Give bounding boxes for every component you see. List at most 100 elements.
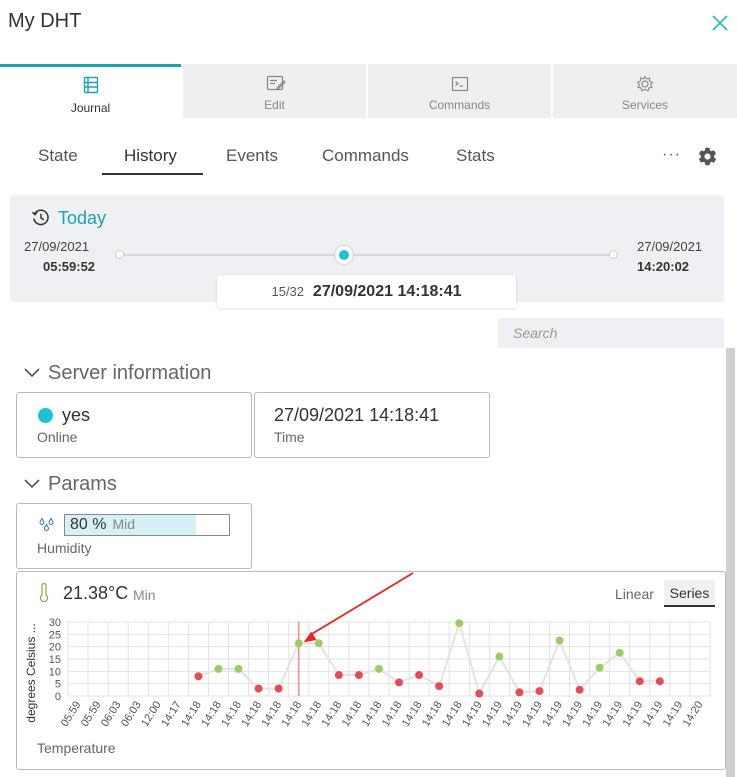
temperature-label: Temperature [37, 740, 116, 756]
subtab-active-underline [102, 173, 203, 175]
humidity-level: Mid [112, 516, 136, 532]
current-record-datetime: 27/09/2021 14:18:41 [312, 283, 462, 300]
data-point [314, 639, 323, 648]
x-tick-label: 14:19 [661, 699, 686, 729]
subtab-stats[interactable]: Stats [456, 146, 495, 166]
tab-commands-top[interactable]: Commands [368, 64, 551, 118]
tab-journal[interactable]: Journal [0, 64, 181, 118]
x-tick-label: 14:18 [320, 699, 345, 729]
current-record-index: 15/32 [271, 284, 305, 299]
data-point [475, 689, 484, 698]
tab-services-label: Services [621, 98, 668, 112]
data-point [535, 687, 544, 696]
data-point [575, 685, 584, 694]
settings-gear-icon[interactable] [697, 146, 718, 167]
y-tick-label: 10 [49, 666, 61, 678]
time-value: 27/09/2021 14:18:41 [274, 405, 440, 425]
x-tick-label: 14:19 [621, 699, 646, 729]
y-tick-label: 15 [49, 654, 61, 666]
x-tick-label: 14:18 [219, 699, 244, 729]
x-tick-label: 14:18 [300, 699, 325, 729]
x-tick-label: 14:18 [340, 699, 365, 729]
section-params-title[interactable]: Params [48, 473, 117, 496]
terminal-icon [451, 76, 468, 92]
y-tick-label: 25 [49, 629, 61, 641]
x-tick-label: 14:19 [480, 699, 505, 729]
tab-commands-top-label: Commands [428, 98, 491, 112]
water-drops-icon [39, 517, 54, 531]
data-point [194, 672, 203, 681]
timeline-track[interactable] [119, 254, 614, 256]
current-record-box: 15/32 27/09/2021 14:18:41 [217, 275, 516, 308]
y-tick-label: 30 [49, 617, 61, 629]
tab-services[interactable]: Services [553, 64, 737, 118]
x-tick-label: 14:18 [420, 699, 445, 729]
x-tick-label: 14:18 [179, 699, 204, 729]
data-point [334, 671, 343, 680]
humidity-value: 80 % [70, 516, 107, 533]
time-label: Time [274, 429, 305, 445]
services-gear-icon [636, 75, 654, 92]
x-tick-label: 14:18 [360, 699, 385, 729]
data-point [254, 684, 263, 693]
range-end-time: 14:20:02 [637, 259, 690, 274]
x-tick-label: 14:18 [400, 699, 425, 729]
x-tick-label: 14:18 [380, 699, 405, 729]
more-options-button[interactable]: ··· [662, 146, 681, 164]
data-point [515, 688, 524, 697]
y-tick-label: 20 [49, 642, 61, 654]
humidity-label: Humidity [37, 540, 92, 556]
range-start-date: 27/09/2021 [24, 239, 90, 254]
x-tick-label: 05:59 [79, 699, 104, 729]
tab-edit-label: Edit [264, 98, 285, 112]
range-label-today[interactable]: Today [58, 208, 106, 229]
chevron-down-icon[interactable] [24, 478, 40, 490]
window-title: My DHT [8, 10, 82, 32]
x-tick-label: 14:19 [460, 699, 485, 729]
close-icon[interactable] [709, 12, 731, 34]
history-clock-icon [31, 209, 49, 226]
x-tick-label: 14:19 [580, 699, 605, 729]
data-point [294, 639, 303, 648]
data-point [415, 671, 424, 680]
data-point [435, 682, 444, 691]
data-point [374, 664, 383, 673]
x-tick-label: 14:17 [159, 699, 184, 729]
x-tick-label: 14:18 [259, 699, 284, 729]
section-server-info-title[interactable]: Server information [48, 362, 211, 385]
data-point [234, 664, 243, 673]
x-tick-label: 14:18 [279, 699, 304, 729]
edit-icon [266, 75, 286, 91]
x-tick-label: 14:18 [199, 699, 224, 729]
x-tick-label: 14:19 [540, 699, 565, 729]
x-tick-label: 14:19 [641, 699, 666, 729]
online-status-dot [38, 408, 53, 423]
x-tick-label: 12:00 [139, 699, 164, 729]
data-point [555, 636, 564, 645]
data-point [214, 664, 223, 673]
data-point [395, 678, 404, 687]
tab-edit[interactable]: Edit [183, 64, 366, 118]
x-tick-label: 14:18 [239, 699, 264, 729]
data-point [595, 663, 604, 672]
data-point [455, 619, 464, 628]
timeline-end-dot [609, 250, 618, 259]
x-tick-label: 06:03 [99, 699, 124, 729]
subtab-history[interactable]: History [124, 146, 177, 166]
data-point [495, 652, 504, 661]
temperature-chart: 05101520253005:5905:5906:0306:0312:0014:… [24, 572, 711, 729]
x-tick-label: 14:20 [681, 699, 706, 729]
chevron-down-icon[interactable] [24, 367, 40, 379]
search-input[interactable]: Search [498, 318, 724, 348]
range-end-date: 27/09/2021 [637, 239, 703, 254]
subtab-commands[interactable]: Commands [322, 146, 409, 166]
x-tick-label: 06:03 [119, 699, 144, 729]
y-tick-label: 5 [55, 679, 61, 691]
tab-journal-label: Journal [70, 101, 111, 115]
timeline-start-dot [115, 250, 124, 259]
x-tick-label: 14:19 [600, 699, 625, 729]
subtab-state[interactable]: State [38, 146, 78, 166]
data-point [615, 648, 624, 657]
subtab-events[interactable]: Events [226, 146, 278, 166]
humidity-bar: 80 % Mid [64, 514, 230, 536]
